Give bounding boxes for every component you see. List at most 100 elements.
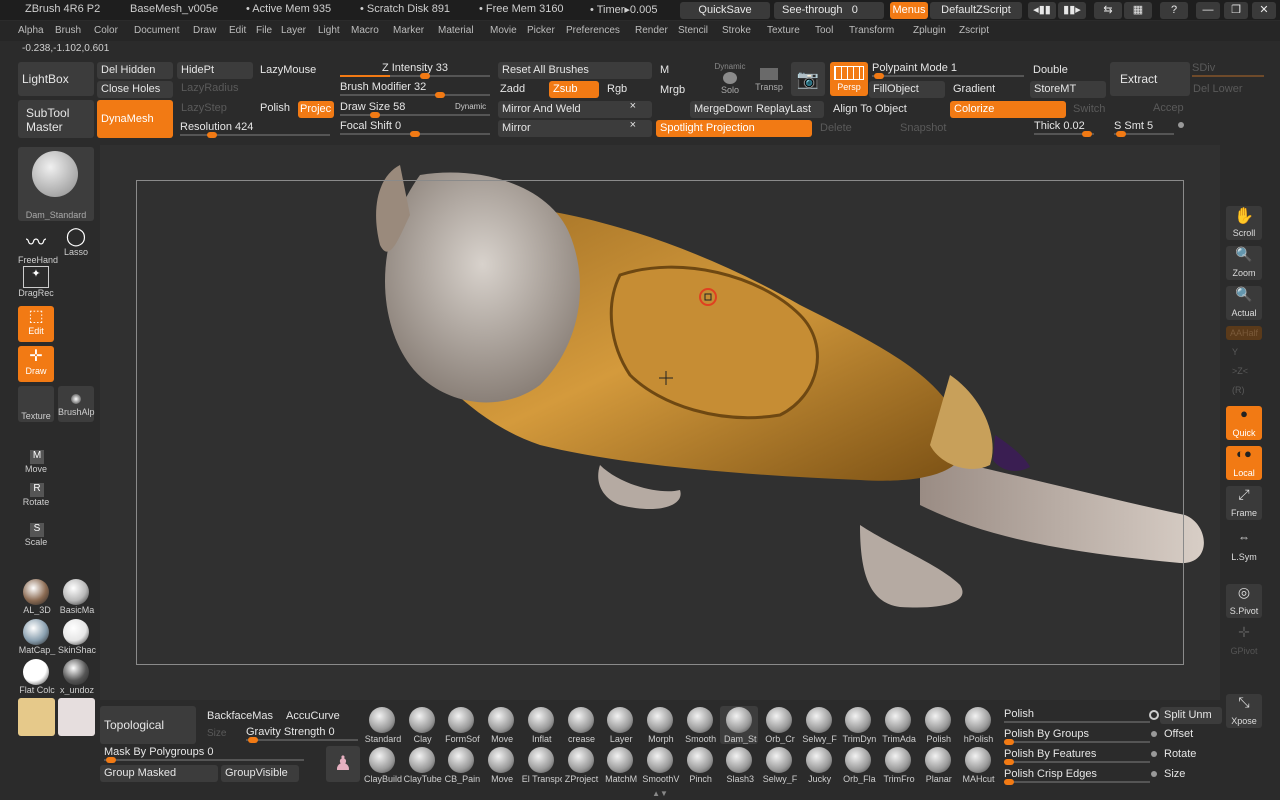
mirror-and-weld-button[interactable]: Mirror And Weld × — [498, 101, 652, 118]
layout-grid-icon[interactable]: ▦ — [1124, 2, 1152, 19]
brush-slot[interactable]: Morph — [641, 706, 679, 744]
brush-figure-icon[interactable]: ♟ — [326, 746, 360, 782]
s-smt-slider[interactable]: S Smt 5 — [1114, 119, 1174, 137]
aahalf-button[interactable]: AAHalf — [1226, 326, 1262, 340]
option-dot-icon[interactable] — [1151, 731, 1157, 737]
brush-slot[interactable]: hPolish — [959, 706, 997, 744]
gradient-toggle[interactable]: Gradient — [953, 83, 995, 95]
groupvisible-button[interactable]: GroupVisible — [221, 765, 299, 782]
current-brush-thumbnail[interactable]: Dam_Standard — [18, 147, 94, 221]
menu-material[interactable]: Material — [438, 25, 474, 36]
frame-button[interactable]: ⤢ Frame — [1226, 486, 1262, 520]
local-button[interactable]: ◐● Local — [1226, 446, 1262, 480]
brush-alpha-slot[interactable]: BrushAlp — [58, 386, 95, 422]
rotate-button[interactable]: R Rotate — [18, 483, 54, 513]
menu-zplugin[interactable]: Zplugin — [913, 25, 946, 36]
edit-mode-button[interactable]: ⬚ Edit — [18, 306, 54, 342]
dynamesh-button[interactable]: DynaMesh — [97, 100, 173, 138]
mrgb-toggle[interactable]: Mrgb — [660, 84, 685, 96]
brush-modifier-slider[interactable]: Brush Modifier 32 — [340, 80, 490, 98]
del-hidden-button[interactable]: Del Hidden — [97, 62, 173, 79]
menu-texture[interactable]: Texture — [767, 25, 800, 36]
menu-alpha[interactable]: Alpha — [18, 25, 44, 36]
polish-crisp-edges-slider[interactable]: Polish Crisp Edges — [1004, 767, 1150, 785]
brush-slot[interactable]: Planar — [919, 746, 957, 784]
fillobject-button[interactable]: FillObject — [869, 81, 945, 98]
brush-slot[interactable]: Orb_Fla — [839, 746, 877, 784]
secondary-color-swatch[interactable] — [58, 698, 95, 736]
polish-toggle[interactable]: Polish — [260, 102, 290, 114]
rotate-deform-button[interactable]: Rotate — [1164, 746, 1196, 763]
spotlight-projection-button[interactable]: Spotlight Projection — [656, 120, 812, 137]
see-through-slider[interactable]: See-through 0 — [774, 2, 884, 19]
brush-slot[interactable]: Pinch — [681, 746, 719, 784]
brush-slot[interactable]: MAHcut — [959, 746, 997, 784]
double-toggle[interactable]: Double — [1033, 64, 1068, 76]
replaylast-button[interactable]: ReplayLast — [752, 101, 824, 118]
layout-toggle-icon[interactable]: ⇆ — [1094, 2, 1122, 19]
size-deform-button[interactable]: Size — [1164, 766, 1185, 783]
zsub-toggle[interactable]: Zsub — [549, 81, 599, 98]
switch-button[interactable]: Switch — [1073, 103, 1105, 115]
brush-slot[interactable]: TrimAda — [879, 706, 917, 744]
brush-slot[interactable]: Jucky — [800, 746, 838, 784]
brush-slot[interactable]: FormSof — [442, 706, 480, 744]
solo-button[interactable]: Dynamic Solo — [712, 62, 748, 96]
menu-transform[interactable]: Transform — [849, 25, 894, 36]
del-lower-button[interactable]: Del Lower — [1193, 83, 1243, 95]
z-intensity-slider[interactable]: Z Intensity 33 — [340, 61, 490, 79]
polish-slider[interactable]: Polish — [1004, 707, 1150, 724]
r-button[interactable]: (R) — [1232, 385, 1245, 395]
menu-stencil[interactable]: Stencil — [678, 25, 708, 36]
polish-by-groups-slider[interactable]: Polish By Groups — [1004, 727, 1150, 745]
backface-mask-toggle[interactable]: BackfaceMas — [207, 710, 273, 722]
menu-brush[interactable]: Brush — [55, 25, 81, 36]
spivot-button[interactable]: ◎ S.Pivot — [1226, 584, 1262, 618]
brush-slot[interactable]: Polish — [919, 706, 957, 744]
brush-slot[interactable]: TrimFro — [879, 746, 917, 784]
thick-slider[interactable]: Thick 0.02 — [1034, 119, 1094, 137]
lazystep-slider[interactable]: LazyStep — [181, 102, 227, 114]
sdiv-slider[interactable]: SDiv — [1192, 61, 1264, 78]
lasso-stroke[interactable]: ◯ Lasso — [58, 226, 94, 262]
option-dot-icon[interactable] — [1151, 751, 1157, 757]
gpivot-button[interactable]: ✛ GPivot — [1226, 624, 1262, 658]
reset-all-brushes-button[interactable]: Reset All Brushes — [498, 62, 652, 79]
brush-slot[interactable]: Move — [482, 706, 520, 744]
option-dot-icon[interactable] — [1151, 771, 1157, 777]
accept-button[interactable]: Accep — [1153, 102, 1184, 114]
scroll-left-icon[interactable]: ◂▮▮ — [1028, 2, 1056, 19]
material-slot[interactable]: MatCap_ — [18, 617, 55, 655]
mask-by-polygroups-slider[interactable]: Mask By Polygroups 0 — [104, 745, 304, 763]
help-icon[interactable]: ? — [1160, 2, 1188, 19]
brush-slot[interactable]: Selwy_F — [760, 746, 798, 784]
extract-button[interactable]: Extract — [1110, 62, 1190, 96]
material-slot[interactable]: SkinShac — [58, 617, 96, 655]
m-toggle[interactable]: M — [660, 64, 669, 76]
subtool-master-button[interactable]: SubTool Master — [18, 100, 94, 138]
brush-slot[interactable]: ClayBuild — [363, 746, 402, 784]
brush-slot[interactable]: crease — [562, 706, 600, 744]
focal-shift-slider[interactable]: Focal Shift 0 — [340, 119, 490, 137]
brush-slot[interactable]: Standard — [363, 706, 401, 744]
accucurve-toggle[interactable]: AccuCurve — [286, 710, 340, 722]
collapse-arrows-icon[interactable]: ▲▼ — [650, 789, 670, 798]
delete-button[interactable]: Delete — [820, 122, 852, 134]
lightbox-button[interactable]: LightBox — [18, 62, 94, 96]
brush-slot[interactable]: TrimDyn — [839, 706, 877, 744]
default-zscript-button[interactable]: DefaultZScript — [930, 2, 1022, 19]
align-to-object-button[interactable]: Align To Object — [833, 103, 907, 115]
menu-preferences[interactable]: Preferences — [566, 25, 620, 36]
resolution-slider[interactable]: Resolution 424 — [180, 120, 330, 138]
menu-marker[interactable]: Marker — [393, 25, 424, 36]
menu-picker[interactable]: Picker — [527, 25, 555, 36]
brush-slot[interactable]: CB_Pain — [442, 746, 480, 784]
polish-radio-icon[interactable] — [1149, 710, 1159, 720]
actual-button[interactable]: 🔍 Actual — [1226, 286, 1262, 320]
dragrect-stroke[interactable]: ✦ DragRec — [18, 266, 54, 302]
maximize-icon[interactable]: ❐ — [1224, 2, 1248, 19]
dynamic-size-toggle[interactable]: Dynamic — [455, 99, 486, 114]
brush-slot[interactable]: ZProject — [562, 746, 600, 784]
brush-slot[interactable]: Layer — [601, 706, 639, 744]
topological-button[interactable]: Topological — [100, 706, 196, 744]
